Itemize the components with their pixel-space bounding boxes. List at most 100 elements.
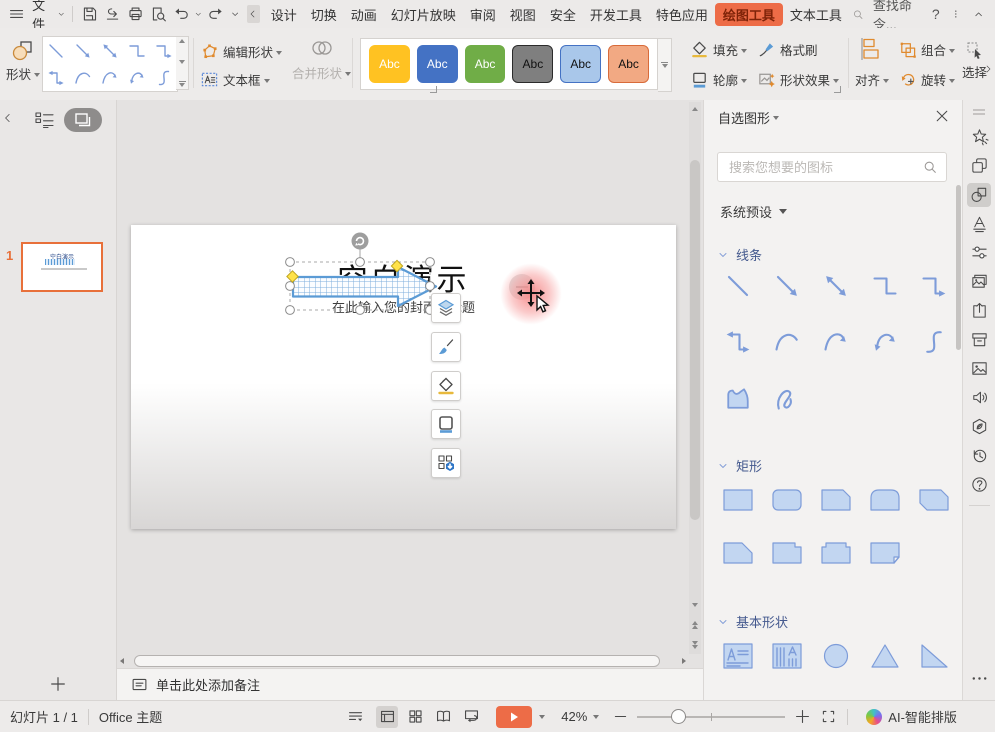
thumbnail-view-toggle[interactable] (64, 108, 102, 132)
file-menu-chevron-icon[interactable] (57, 9, 66, 19)
shape-rounded-rectangle[interactable] (762, 480, 811, 520)
outline-color-button[interactable] (431, 409, 461, 439)
slide-subtitle[interactable]: 在此输入您的封面副标题 (131, 297, 676, 316)
next-slide-button[interactable] (689, 638, 701, 652)
shape-snip-diagonal-rectangle[interactable] (909, 480, 958, 520)
shape-snip-corner-rectangle[interactable] (811, 480, 860, 520)
resource-box-button[interactable] (967, 328, 991, 352)
history-button[interactable] (967, 444, 991, 468)
save-icon[interactable] (81, 4, 98, 24)
format-painter-button[interactable]: 格式刷 (757, 40, 818, 59)
shape-round-top-rectangle[interactable] (860, 480, 909, 520)
normal-view-button[interactable] (376, 706, 398, 728)
shape-curve[interactable] (762, 322, 811, 362)
align-button[interactable]: 对齐 (855, 70, 889, 89)
share-button[interactable] (967, 299, 991, 323)
shape-style-lightblue[interactable]: Abc (560, 45, 601, 83)
preset-selector[interactable]: 系统预设 (720, 202, 787, 221)
shape-vertical-text-box[interactable] (762, 636, 811, 676)
gallery-elbow-double-arrow[interactable] (43, 64, 70, 91)
slide-sorter-button[interactable] (404, 706, 426, 728)
theme-name[interactable]: Office 主题 (99, 707, 162, 726)
shape-isosceles-triangle[interactable] (860, 636, 909, 676)
ribbon-overflow-icon[interactable] (983, 62, 993, 76)
effects-button[interactable] (967, 125, 991, 149)
collapse-ribbon-icon[interactable] (973, 4, 984, 24)
vertical-scroll-thumb[interactable] (690, 160, 700, 520)
previous-slide-button[interactable] (689, 618, 701, 632)
shape-elbow-double-arrow[interactable] (713, 322, 762, 362)
close-panel-icon[interactable] (934, 108, 950, 124)
gallery-arrow[interactable] (70, 37, 97, 64)
horizontal-scrollbar[interactable] (120, 654, 686, 668)
notes-bar[interactable]: 单击此处添加备注 (117, 668, 703, 700)
scroll-down-button[interactable] (689, 598, 701, 612)
tab-animation[interactable]: 动画 (344, 3, 384, 26)
gallery-freeform[interactable] (150, 64, 177, 91)
shape-search-box[interactable] (717, 152, 947, 182)
shape-notch-corner-rectangle[interactable] (762, 533, 811, 573)
search-icon[interactable] (852, 7, 864, 22)
tab-text-tools[interactable]: 文本工具 (783, 3, 849, 26)
gallery-curved-arrow[interactable] (97, 64, 124, 91)
shape-effects-button[interactable]: 形状效果 (757, 70, 839, 89)
slideshow-view-button[interactable] (460, 706, 482, 728)
gallery-line[interactable] (43, 37, 70, 64)
autoshapes-button[interactable] (967, 183, 991, 207)
gallery-scroll[interactable] (176, 36, 189, 90)
add-slide-button[interactable] (0, 668, 117, 700)
shape-library-button[interactable] (967, 154, 991, 178)
style-gallery-scroll[interactable] (658, 38, 672, 92)
section-basic-shapes[interactable]: 基本形状 (718, 612, 788, 631)
panel-scroll-thumb[interactable] (956, 185, 961, 350)
zoom-out-button[interactable] (609, 706, 631, 728)
zoom-level[interactable]: 42% (561, 709, 587, 724)
vertical-scrollbar[interactable] (689, 102, 701, 654)
zoom-slider-knob[interactable] (671, 709, 686, 724)
shape-folded-corner-rectangle[interactable] (860, 533, 909, 573)
shape-freeform-s[interactable] (909, 322, 958, 362)
editing-canvas[interactable]: 空白演示 在此输入您的封面副标题 (117, 100, 703, 668)
shape-text-box[interactable] (713, 636, 762, 676)
tab-devtools[interactable]: 开发工具 (583, 3, 649, 26)
properties-button[interactable] (967, 241, 991, 265)
print-icon[interactable] (127, 4, 144, 24)
gallery-elbow[interactable] (123, 37, 150, 64)
gallery-curve[interactable] (70, 64, 97, 91)
tab-security[interactable]: 安全 (543, 3, 583, 26)
zoom-slider[interactable] (637, 706, 785, 728)
tab-special-apps[interactable]: 特色应用 (649, 3, 715, 26)
zoom-dropdown-icon[interactable] (590, 709, 599, 724)
picture-button[interactable] (967, 357, 991, 381)
edit-shape-button[interactable]: 编辑形状 (200, 42, 282, 61)
zoom-in-button[interactable] (791, 706, 813, 728)
shapes-button[interactable]: 形状 (6, 38, 40, 83)
tab-scroll-left[interactable] (247, 5, 260, 23)
dialog-launcher[interactable] (834, 86, 841, 93)
shape-line[interactable] (713, 266, 762, 306)
tab-view[interactable]: 视图 (503, 3, 543, 26)
notes-placeholder[interactable]: 单击此处添加备注 (156, 675, 260, 694)
scroll-left-button[interactable] (120, 658, 124, 664)
shape-style-gray[interactable]: Abc (512, 45, 553, 83)
gallery-button[interactable] (967, 270, 991, 294)
play-slideshow-button[interactable] (496, 706, 532, 728)
shape-scribble[interactable] (762, 378, 811, 418)
shape-style-blue[interactable]: Abc (417, 45, 458, 83)
shape-style-green[interactable]: Abc (465, 45, 506, 83)
shape-notch-both-corners-rectangle[interactable] (811, 533, 860, 573)
text-box-button[interactable]: 文本框 (200, 70, 270, 89)
shape-oval[interactable] (811, 636, 860, 676)
shape-elbow-connector[interactable] (860, 266, 909, 306)
notes-toggle-button[interactable] (344, 706, 366, 728)
toolbar-more-icon[interactable] (230, 4, 240, 24)
help-icon[interactable]: ? (929, 6, 942, 22)
play-options-icon[interactable] (536, 709, 545, 724)
wordart-button[interactable] (967, 212, 991, 236)
dialog-launcher[interactable] (430, 86, 437, 93)
tab-transition[interactable]: 切换 (304, 3, 344, 26)
smart-shapes-button[interactable] (431, 448, 461, 478)
panel-collapse-icon[interactable] (2, 110, 14, 126)
slide[interactable]: 空白演示 在此输入您的封面副标题 (131, 225, 676, 529)
panel-title-chevron-icon[interactable] (770, 110, 779, 125)
